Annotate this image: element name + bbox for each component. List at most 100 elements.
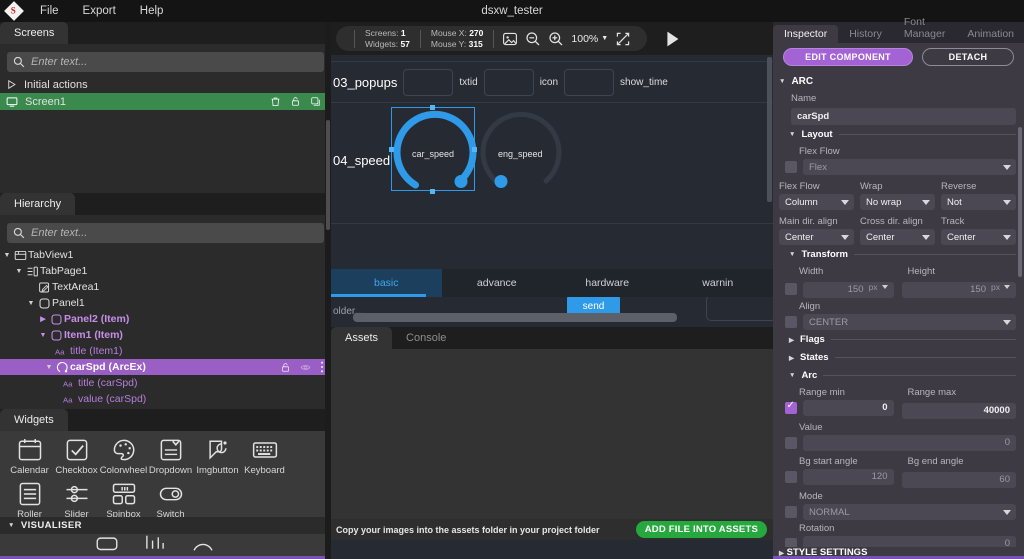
preview-tab-warning[interactable]: warnin bbox=[663, 269, 774, 297]
canvas-horizontal-scrollbar[interactable] bbox=[353, 313, 677, 322]
widget-calendar[interactable]: Calendar bbox=[6, 436, 53, 476]
caret-right-icon[interactable]: ▶ bbox=[789, 354, 794, 362]
chevron-down-icon[interactable] bbox=[881, 285, 888, 289]
caret-down-icon[interactable]: ▼ bbox=[2, 252, 12, 259]
tree-node-panel1[interactable]: ▼ Panel1 bbox=[0, 295, 331, 311]
width-checkbox[interactable] bbox=[785, 282, 797, 295]
caret-down-icon[interactable]: ▼ bbox=[789, 372, 795, 379]
value-checkbox[interactable] bbox=[785, 437, 797, 449]
selection-handle-left[interactable] bbox=[389, 147, 394, 152]
canvas-field-txtid-input[interactable] bbox=[403, 68, 454, 96]
preview-tab-basic[interactable]: basic bbox=[331, 269, 442, 297]
trash-icon[interactable] bbox=[270, 96, 281, 107]
fit-screen-icon[interactable] bbox=[615, 31, 631, 47]
bg-end-angle-input[interactable] bbox=[901, 472, 1016, 488]
caret-down-icon[interactable]: ▼ bbox=[44, 364, 54, 371]
tab-animation[interactable]: Animation bbox=[956, 25, 1024, 43]
section-transform-header[interactable]: ▼ Transform bbox=[779, 245, 1016, 263]
tree-node-tabpage1[interactable]: ▼ TabPage1 bbox=[0, 263, 331, 279]
tab-screens[interactable]: Screens bbox=[0, 22, 69, 44]
zoom-out-icon[interactable] bbox=[525, 31, 541, 47]
bg-start-angle-input[interactable] bbox=[803, 469, 894, 485]
main-align-select[interactable]: Center bbox=[779, 229, 854, 245]
edit-component-button[interactable]: EDIT COMPONENT bbox=[783, 48, 913, 66]
section-states-header[interactable]: ▶ States bbox=[779, 348, 1016, 366]
widget-keyboard[interactable]: Keyboard bbox=[241, 436, 288, 476]
align-select[interactable]: CENTER bbox=[803, 314, 1016, 330]
range-max-input[interactable] bbox=[901, 403, 1016, 419]
preview-tab-advance[interactable]: advance bbox=[442, 269, 553, 297]
tree-node-panel2[interactable]: ▶ Panel2 (Item) bbox=[0, 311, 331, 327]
canvas-vertical-scrollbar[interactable] bbox=[767, 57, 772, 202]
play-icon[interactable] bbox=[661, 28, 683, 50]
width-input[interactable] bbox=[803, 282, 894, 298]
eye-icon[interactable] bbox=[300, 362, 311, 373]
add-file-into-assets-button[interactable]: ADD FILE INTO ASSETS bbox=[635, 521, 767, 538]
caret-down-icon[interactable]: ▼ bbox=[779, 78, 785, 85]
menu-export[interactable]: Export bbox=[71, 0, 128, 22]
tree-node-tabview1[interactable]: ▼ TabView1 bbox=[0, 247, 331, 263]
section-arc-props-header[interactable]: ▼ Arc bbox=[779, 366, 1016, 384]
section-arc-header[interactable]: ▼ ARC bbox=[779, 72, 1016, 90]
screens-item-screen1[interactable]: Screen1 bbox=[0, 93, 331, 110]
wrap-select[interactable]: No wrap bbox=[860, 194, 935, 210]
section-layout-header[interactable]: ▼ Layout bbox=[779, 125, 1016, 143]
chart-widget-icon[interactable] bbox=[142, 534, 168, 552]
caret-down-icon[interactable]: ▼ bbox=[14, 268, 24, 275]
screens-item-initial-actions[interactable]: Initial actions bbox=[0, 76, 331, 93]
lock-icon[interactable] bbox=[280, 362, 291, 373]
caret-right-icon[interactable]: ▶ bbox=[789, 336, 794, 344]
selection-handle-bottom[interactable] bbox=[430, 189, 435, 194]
tree-node-title-carspd[interactable]: Aa title (carSpd) bbox=[0, 375, 331, 391]
range-min-input[interactable] bbox=[803, 400, 894, 416]
caret-down-icon[interactable]: ▼ bbox=[38, 332, 48, 339]
duplicate-icon[interactable] bbox=[310, 96, 321, 107]
value-input[interactable] bbox=[803, 435, 1016, 451]
caret-down-icon[interactable]: ▼ bbox=[789, 131, 795, 138]
inspector-scrollbar[interactable] bbox=[1018, 127, 1022, 277]
tab-font-manager[interactable]: Font Manager bbox=[893, 13, 956, 43]
tab-widgets[interactable]: Widgets bbox=[0, 409, 68, 431]
caret-down-icon[interactable]: ▼ bbox=[789, 251, 795, 258]
track-select[interactable]: Center bbox=[941, 229, 1016, 245]
widget-spinbox[interactable]: Spinbox bbox=[100, 480, 147, 517]
name-input[interactable] bbox=[791, 108, 1016, 125]
bar-widget-icon[interactable] bbox=[94, 534, 120, 552]
section-style-settings-header[interactable]: ▶ STYLE SETTINGS bbox=[773, 547, 1024, 556]
widget-roller[interactable]: Roller bbox=[6, 480, 53, 517]
caret-down-icon[interactable]: ▼ bbox=[26, 300, 36, 307]
lock-icon[interactable] bbox=[290, 96, 301, 107]
reverse-select[interactable]: Not bbox=[941, 194, 1016, 210]
design-canvas[interactable]: 03_popups txtid icon show_time 04_speed … bbox=[331, 55, 773, 269]
tab-inspector[interactable]: Inspector bbox=[773, 25, 839, 43]
widget-dropdown[interactable]: Dropdown bbox=[147, 436, 194, 476]
tab-console[interactable]: Console bbox=[392, 327, 460, 349]
tree-node-item1[interactable]: ▼ Item1 (Item) bbox=[0, 327, 331, 343]
tree-node-carspd[interactable]: ▼ carSpd (ArcEx) bbox=[0, 359, 331, 375]
zoom-level-dropdown[interactable]: 100% ▼ bbox=[571, 33, 608, 45]
tab-hierarchy[interactable]: Hierarchy bbox=[0, 193, 76, 215]
image-icon[interactable] bbox=[502, 31, 518, 47]
widgets-section-visualiser[interactable]: ▼ VISUALISER bbox=[0, 517, 331, 534]
tree-node-title-item1[interactable]: Aa title (Item1) bbox=[0, 343, 331, 359]
flex-flow-checkbox[interactable] bbox=[785, 161, 797, 173]
canvas-left-scrollbar-thumb[interactable] bbox=[326, 120, 330, 230]
widget-slider[interactable]: Slider bbox=[53, 480, 100, 517]
canvas-field-icon-input[interactable] bbox=[483, 68, 534, 96]
caret-down-icon[interactable]: ▼ bbox=[8, 522, 15, 529]
tree-node-textarea1[interactable]: TextArea1 bbox=[0, 279, 331, 295]
caret-right-icon[interactable]: ▶ bbox=[38, 315, 48, 323]
menu-help[interactable]: Help bbox=[128, 0, 176, 22]
selection-handle-top[interactable] bbox=[430, 105, 435, 110]
arc-widget-icon[interactable] bbox=[190, 534, 216, 552]
canvas-field-showtime-input[interactable] bbox=[564, 68, 615, 96]
widget-checkbox[interactable]: Checkbox bbox=[53, 436, 100, 476]
range-checkbox[interactable] bbox=[785, 400, 797, 414]
screens-search-input[interactable] bbox=[31, 56, 318, 68]
more-vert-icon[interactable] bbox=[320, 361, 324, 373]
tree-node-value-carspd[interactable]: Aa value (carSpd) bbox=[0, 391, 331, 407]
flex-flow-select[interactable]: Flex bbox=[803, 159, 1016, 175]
section-flags-header[interactable]: ▶ Flags bbox=[779, 330, 1016, 348]
hierarchy-search-input[interactable] bbox=[31, 227, 318, 239]
menu-file[interactable]: File bbox=[28, 0, 71, 22]
